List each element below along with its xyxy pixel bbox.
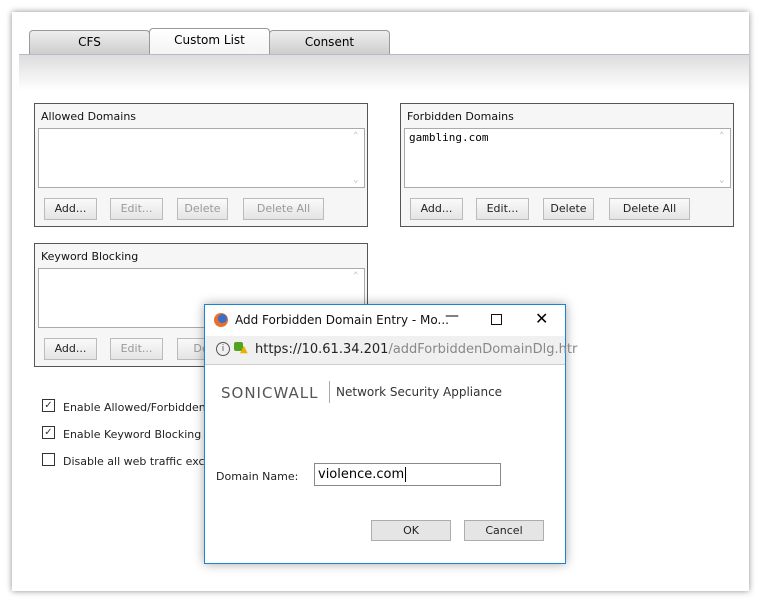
- checkbox-label: Enable Allowed/Forbidden Do: [63, 401, 225, 414]
- enable-domains-checkbox[interactable]: ✓: [42, 399, 55, 412]
- add-forbidden-domain-dialog: Add Forbidden Domain Entry - Mo... — ✕ i…: [204, 304, 577, 564]
- minimize-icon[interactable]: —: [445, 308, 459, 324]
- scrollbar[interactable]: ⌃ ⌄: [350, 129, 364, 187]
- close-icon[interactable]: ✕: [535, 309, 548, 328]
- address-bar[interactable]: i ▲ https://10.61.34.201/addForbiddenDom…: [205, 336, 577, 365]
- tab-header-band: [19, 54, 749, 91]
- add-button[interactable]: Add...: [44, 338, 97, 360]
- scroll-down-icon[interactable]: ⌄: [353, 175, 358, 185]
- delete-all-button[interactable]: Delete All: [609, 198, 690, 220]
- divider: [329, 381, 330, 403]
- delete-button[interactable]: Delete: [543, 198, 594, 220]
- edit-button[interactable]: Edit...: [110, 198, 163, 220]
- list-item[interactable]: gambling.com: [409, 131, 488, 144]
- title-bar: Add Forbidden Domain Entry - Mo... — ✕: [205, 305, 565, 336]
- warning-icon: ▲: [240, 344, 248, 355]
- delete-all-button[interactable]: Delete All: [243, 198, 324, 220]
- panel-title: Forbidden Domains: [407, 110, 514, 123]
- checkbox-label: Disable all web traffic except: [63, 455, 223, 468]
- delete-button[interactable]: Delete: [177, 198, 228, 220]
- dialog-title: Add Forbidden Domain Entry - Mo...: [235, 313, 449, 327]
- cancel-button[interactable]: Cancel: [464, 520, 544, 541]
- product-name: Network Security Appliance: [336, 385, 503, 399]
- checkbox-label: Enable Keyword Blocking: [63, 428, 202, 441]
- url-host: https://10.61.34.201: [255, 342, 389, 357]
- forbidden-domains-panel: Forbidden Domains gambling.com ⌃ ⌄ Add... …: [400, 103, 734, 227]
- tab-custom-list[interactable]: Custom List: [149, 28, 270, 56]
- maximize-icon[interactable]: [491, 314, 502, 325]
- add-button[interactable]: Add...: [44, 198, 97, 220]
- allowed-domains-panel: Allowed Domains ⌃ ⌄ Add... Edit... Delete…: [34, 103, 368, 227]
- panel-title: Keyword Blocking: [41, 250, 139, 263]
- panel-title: Allowed Domains: [41, 110, 137, 123]
- forbidden-domains-list[interactable]: gambling.com ⌃ ⌄: [404, 128, 731, 188]
- edit-button[interactable]: Edit...: [476, 198, 529, 220]
- enable-keyword-checkbox[interactable]: ✓: [42, 426, 55, 439]
- edit-button[interactable]: Edit...: [110, 338, 163, 360]
- scroll-up-icon[interactable]: ⌃: [353, 131, 358, 141]
- disable-web-traffic-checkbox[interactable]: [42, 453, 55, 466]
- sonicwall-logo: SONICWALL: [221, 384, 319, 402]
- domain-name-input[interactable]: violence.com: [314, 463, 501, 486]
- tab-cfs[interactable]: CFS: [29, 30, 150, 55]
- info-icon[interactable]: i: [216, 342, 230, 356]
- allowed-domains-list[interactable]: ⌃ ⌄: [38, 128, 365, 188]
- tab-consent[interactable]: Consent: [269, 30, 390, 55]
- url-path: /addForbiddenDomainDlg.htr: [388, 342, 578, 357]
- firefox-icon: [214, 313, 228, 327]
- add-button[interactable]: Add...: [410, 198, 463, 220]
- scroll-up-icon[interactable]: ⌃: [719, 131, 724, 141]
- ok-button[interactable]: OK: [371, 520, 451, 541]
- domain-name-label: Domain Name:: [216, 470, 299, 483]
- scroll-up-icon[interactable]: ⌃: [353, 271, 358, 281]
- scrollbar[interactable]: ⌃ ⌄: [716, 129, 730, 187]
- scroll-down-icon[interactable]: ⌄: [719, 175, 724, 185]
